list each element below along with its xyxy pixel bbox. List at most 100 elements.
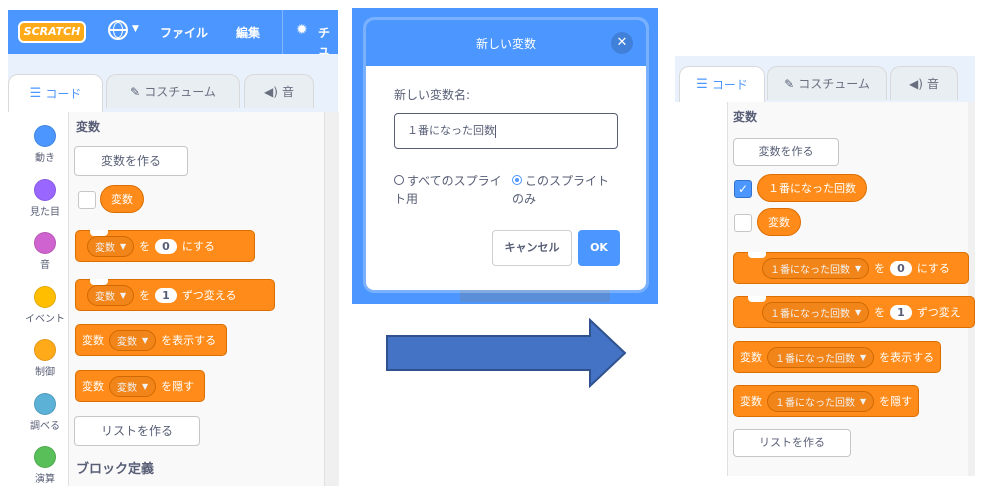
tab-sound[interactable]: ◀) 音 <box>244 74 314 108</box>
block-text: を <box>874 262 886 275</box>
set-variable-block[interactable]: 変数 ▼ を 0 にする <box>75 230 255 262</box>
category-1[interactable]: 見た目 <box>16 178 74 218</box>
left-panel: SCRATCH ▼ ファイル 編集 ✹ チュ ☰ コード ✎ コスチューム ◀) 音 … <box>8 10 339 486</box>
value-input[interactable]: 0 <box>155 238 177 254</box>
value-input[interactable]: 1 <box>890 304 912 320</box>
value-input[interactable]: 1 <box>155 287 177 303</box>
block-text: を隠す <box>161 380 195 393</box>
block-text: にする <box>916 262 950 275</box>
chevron-down-icon[interactable]: ▼ <box>132 24 139 34</box>
block-text: 変数 <box>82 380 104 393</box>
block-text: を <box>139 289 151 302</box>
variable-reporter[interactable]: 変数 <box>100 185 144 213</box>
cancel-button[interactable]: キャンセル <box>492 230 572 266</box>
tab-costume[interactable]: ✎ コスチューム <box>767 66 887 100</box>
block-text: を表示する <box>161 334 217 347</box>
block-text: を表示する <box>879 351 935 364</box>
category-2[interactable]: 音 <box>16 232 74 271</box>
tab-code[interactable]: ☰ コード <box>679 66 765 102</box>
new-variable-dialog: 新しい変数 ✕ 新しい変数名: １番になった回数 すべてのスプライ ト用 このス… <box>366 20 646 290</box>
right-arrow-icon <box>386 318 627 388</box>
category-menu <box>675 102 728 476</box>
radio-selected-icon <box>512 175 522 185</box>
category-label: 見た目 <box>30 206 60 218</box>
variable-dropdown[interactable]: １番になった回数 ▼ <box>767 390 875 412</box>
dropdown-arrow-icon: ▼ <box>855 307 862 317</box>
category-color-dot <box>34 285 56 308</box>
new-variable-checkbox[interactable]: ✓ <box>734 180 752 198</box>
option-all-sprites[interactable]: すべてのスプライ ト用 <box>394 172 512 208</box>
code-icon: ☰ <box>29 86 42 101</box>
block-text: ずつ変え <box>916 306 961 319</box>
variable-dropdown[interactable]: 変数 ▼ <box>87 284 135 306</box>
value-input[interactable]: 0 <box>890 260 912 276</box>
ok-button[interactable]: OK <box>578 230 620 266</box>
section-title-variables: 変数 <box>76 120 101 134</box>
tab-costume[interactable]: ✎ コスチューム <box>106 74 240 108</box>
variable-dropdown[interactable]: １番になった回数 ▼ <box>762 257 870 279</box>
category-label: 調べる <box>30 420 60 432</box>
section-title-variables: 変数 <box>733 110 758 124</box>
block-text: 変数 <box>82 334 104 347</box>
variable-name-label: 新しい変数名: <box>394 88 471 102</box>
category-6[interactable]: 演算 <box>16 446 74 485</box>
tab-code-label: コード <box>45 87 82 101</box>
make-list-button[interactable]: リストを作る <box>733 429 851 457</box>
category-color-dot <box>34 339 56 361</box>
variable-checkbox[interactable] <box>78 191 96 209</box>
block-text: を隠す <box>879 395 913 408</box>
variable-dropdown[interactable]: １番になった回数 ▼ <box>762 301 870 323</box>
tutorial-menu[interactable]: チュ <box>318 24 338 58</box>
category-0[interactable]: 動き <box>16 125 74 164</box>
file-menu[interactable]: ファイル <box>160 24 208 41</box>
set-variable-block[interactable]: １番になった回数 ▼ を 0 にする <box>733 252 969 284</box>
category-5[interactable]: 調べる <box>16 392 74 432</box>
show-variable-block[interactable]: 変数 １番になった回数 ▼ を表示する <box>733 341 941 373</box>
scratch-logo[interactable]: SCRATCH <box>18 21 86 43</box>
change-variable-block[interactable]: １番になった回数 ▼ を 1 ずつ変え <box>733 296 975 328</box>
palette-scrollbar[interactable] <box>324 112 339 486</box>
checkmark-icon: ✓ <box>737 182 749 196</box>
category-3[interactable]: イベント <box>16 285 74 325</box>
option-all-line2: ト用 <box>394 192 419 206</box>
variable-dropdown[interactable]: 変数 ▼ <box>87 235 135 257</box>
make-variable-button[interactable]: 変数を作る <box>733 138 839 166</box>
show-variable-block[interactable]: 変数 変数 ▼ を表示する <box>75 324 227 356</box>
menu-bar: SCRATCH ▼ ファイル 編集 ✹ チュ <box>8 10 338 57</box>
hide-variable-block[interactable]: 変数 １番になった回数 ▼ を隠す <box>733 385 919 417</box>
edit-menu[interactable]: 編集 <box>236 24 260 41</box>
category-label: 音 <box>40 260 50 271</box>
variable-checkbox[interactable] <box>734 214 752 232</box>
dialog-header: 新しい変数 ✕ <box>366 20 646 66</box>
category-color-dot <box>34 232 56 254</box>
variable-reporter[interactable]: 変数 <box>757 208 801 236</box>
new-variable-reporter[interactable]: １番になった回数 <box>757 174 867 202</box>
category-label: 演算 <box>35 474 55 485</box>
variable-dropdown[interactable]: 変数 ▼ <box>109 375 157 397</box>
category-4[interactable]: 制御 <box>16 339 74 378</box>
make-list-button[interactable]: リストを作る <box>74 416 200 446</box>
close-button[interactable]: ✕ <box>611 32 633 54</box>
variable-dropdown[interactable]: 変数 ▼ <box>109 329 157 351</box>
globe-icon[interactable] <box>108 20 128 40</box>
speaker-icon: ◀) <box>264 84 278 99</box>
tab-code[interactable]: ☰ コード <box>8 74 103 112</box>
tab-sound-label: 音 <box>281 85 294 99</box>
block-text: 変数 <box>740 395 762 408</box>
lightbulb-icon[interactable]: ✹ <box>296 22 308 38</box>
palette-scrollbar[interactable] <box>968 102 975 476</box>
block-text: にする <box>181 240 215 253</box>
hide-variable-block[interactable]: 変数 変数 ▼ を隠す <box>75 370 205 402</box>
dialog-title: 新しい変数 <box>475 37 536 51</box>
variable-dropdown[interactable]: １番になった回数 ▼ <box>767 346 875 368</box>
block-text: 変数 <box>740 351 762 364</box>
brush-icon: ✎ <box>130 84 141 99</box>
tab-code-label: コード <box>711 78 748 92</box>
tab-sound[interactable]: ◀) 音 <box>890 66 958 100</box>
option-this-sprite[interactable]: このスプライト のみ <box>512 172 630 208</box>
change-variable-block[interactable]: 変数 ▼ を 1 ずつ変える <box>75 279 275 311</box>
tab-costume-label: コスチューム <box>798 77 870 91</box>
right-panel: ☰コード ✎コスチューム ◀)音 動き見た目音イベント制御調べる演算 変数 変数… <box>675 56 975 476</box>
variable-name-input[interactable]: １番になった回数 <box>394 113 618 149</box>
make-variable-button[interactable]: 変数を作る <box>74 146 188 176</box>
